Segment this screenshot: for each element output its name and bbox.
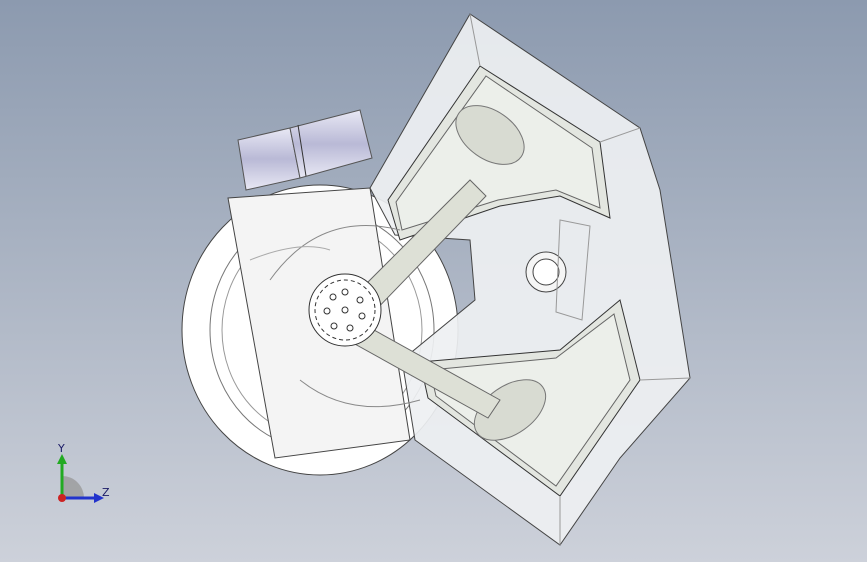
viewport-background — [0, 0, 867, 562]
triad-y-label: Y — [58, 442, 65, 455]
coordinate-triad — [57, 454, 104, 503]
triad-z-label: Z — [102, 486, 110, 499]
cad-viewport[interactable]: Y Z — [0, 0, 867, 562]
